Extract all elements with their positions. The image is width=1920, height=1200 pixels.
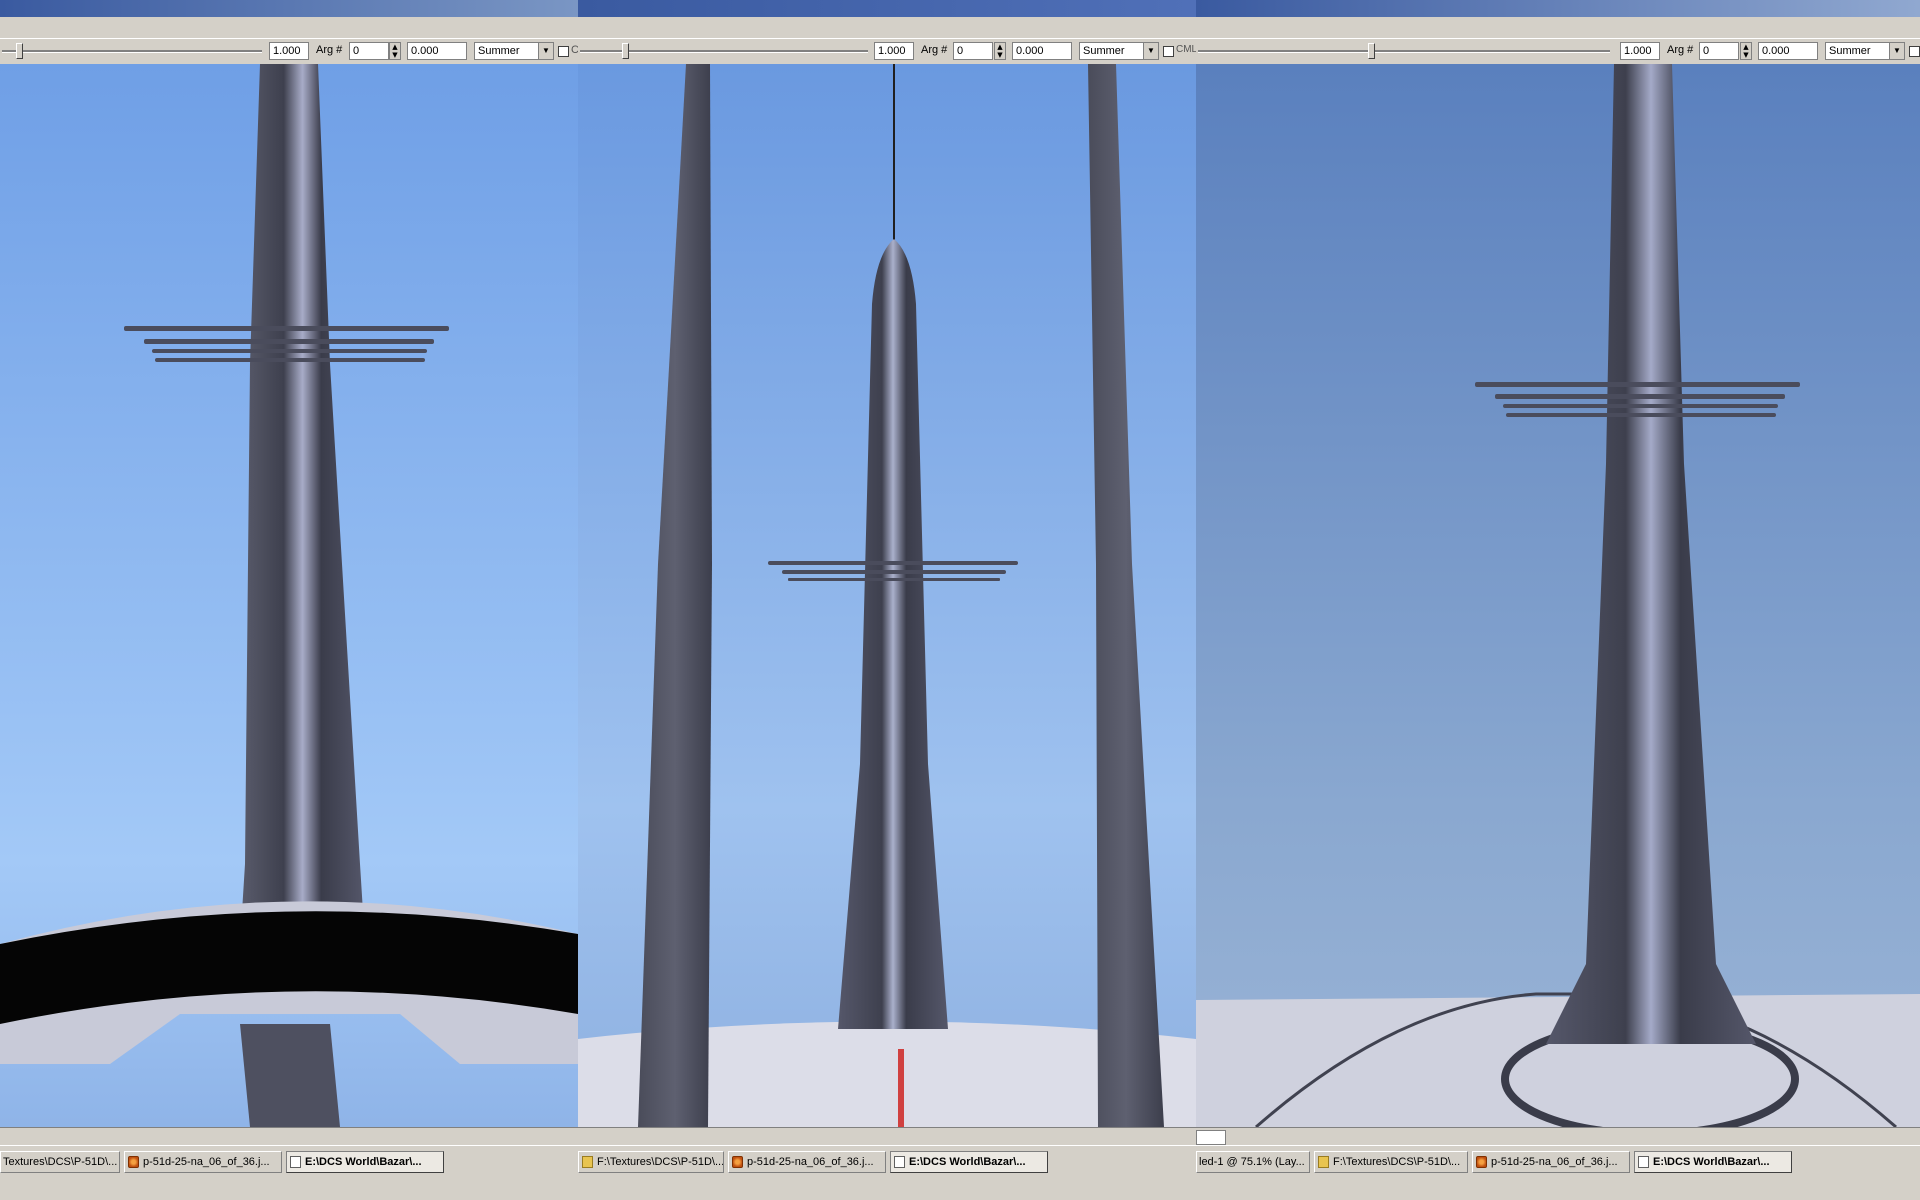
- viewer-pane-right: 1.000 Arg # 0 ▲ ▼ 0.000 Summer ▼ led-1 @…: [1196, 0, 1920, 1200]
- document-icon: [290, 1156, 301, 1168]
- stabilizer-line: [1475, 382, 1800, 387]
- scale-slider-thumb[interactable]: [622, 43, 629, 59]
- scale-slider-thumb[interactable]: [1368, 43, 1375, 59]
- season-select-value: Summer: [478, 45, 520, 57]
- 3d-viewport-left[interactable]: [0, 64, 578, 1127]
- window-titlebar[interactable]: [0, 0, 578, 17]
- taskbar-item-folder[interactable]: F:\Textures\DCS\P-51D\...: [578, 1151, 724, 1173]
- scale-value-field[interactable]: 1.000: [1620, 42, 1660, 60]
- viewer-pane-middle: 1.000 Arg # 0 ▲ ▼ 0.000 Summer ▼ CML F:\…: [578, 0, 1196, 1200]
- scale-value-field[interactable]: 1.000: [269, 42, 309, 60]
- season-select-value: Summer: [1083, 45, 1125, 57]
- fuselage-top: [1196, 994, 1920, 1127]
- document-icon: [894, 1156, 905, 1168]
- option-checkbox[interactable]: [1909, 46, 1920, 57]
- arg-number-field[interactable]: 0: [349, 42, 389, 60]
- arg-float-field[interactable]: 0.000: [1012, 42, 1072, 60]
- arg-label: Arg #: [316, 44, 343, 56]
- checkbox-label: C: [571, 44, 578, 56]
- taskbar-item-image[interactable]: p-51d-25-na_06_of_36.j...: [728, 1151, 886, 1173]
- option-checkbox[interactable]: [558, 46, 569, 57]
- scale-slider-thumb[interactable]: [16, 43, 23, 59]
- taskbar: Textures\DCS\P-51D\... p-51d-25-na_06_of…: [0, 1145, 578, 1200]
- status-strip: [0, 1127, 578, 1146]
- arg-label: Arg #: [921, 44, 948, 56]
- viewer-toolbar: 1.000 Arg # 0 ▲ ▼ 0.000 Summer ▼ C: [0, 38, 578, 66]
- taskbar-item-image[interactable]: p-51d-25-na_06_of_36.j...: [1472, 1151, 1630, 1173]
- image-icon: [128, 1156, 139, 1168]
- taskbar-item-document[interactable]: E:\DCS World\Bazar\...: [1634, 1151, 1792, 1173]
- scale-slider-track[interactable]: [2, 50, 262, 53]
- document-icon: [1638, 1156, 1649, 1168]
- 3d-viewport-middle[interactable]: [578, 64, 1196, 1127]
- taskbar-item-folder[interactable]: Textures\DCS\P-51D\...: [0, 1151, 120, 1173]
- season-select[interactable]: Summer ▼: [1079, 42, 1159, 60]
- arg-spinner[interactable]: ▲ ▼: [389, 42, 401, 60]
- status-strip: [578, 1127, 1196, 1146]
- image-icon: [732, 1156, 743, 1168]
- stabilizer-line: [768, 561, 1018, 565]
- arg-number-field[interactable]: 0: [953, 42, 993, 60]
- arg-number-field[interactable]: 0: [1699, 42, 1739, 60]
- season-select[interactable]: Summer ▼: [1825, 42, 1905, 60]
- chevron-down-icon[interactable]: ▼: [1889, 43, 1904, 59]
- taskbar-item-document[interactable]: E:\DCS World\Bazar\...: [286, 1151, 444, 1173]
- stabilizer-line: [124, 326, 449, 331]
- taskbar: F:\Textures\DCS\P-51D\... p-51d-25-na_06…: [578, 1145, 1196, 1200]
- arg-label: Arg #: [1667, 44, 1694, 56]
- status-field: [1196, 1130, 1226, 1145]
- taskbar-item-document[interactable]: E:\DCS World\Bazar\...: [890, 1151, 1048, 1173]
- checkbox-label: CML: [1176, 44, 1196, 55]
- 3d-viewport-right[interactable]: [1196, 64, 1920, 1127]
- arg-float-field[interactable]: 0.000: [407, 42, 467, 60]
- status-strip: [1196, 1127, 1920, 1146]
- arg-spinner[interactable]: ▲ ▼: [994, 42, 1006, 60]
- window-titlebar[interactable]: [578, 0, 1196, 17]
- scale-value-field[interactable]: 1.000: [874, 42, 914, 60]
- arg-float-field[interactable]: 0.000: [1758, 42, 1818, 60]
- viewer-pane-left: 1.000 Arg # 0 ▲ ▼ 0.000 Summer ▼ C Textu…: [0, 0, 578, 1200]
- taskbar-item-image-editor[interactable]: led-1 @ 75.1% (Lay...: [1196, 1151, 1310, 1173]
- taskbar: led-1 @ 75.1% (Lay... F:\Textures\DCS\P-…: [1196, 1145, 1920, 1200]
- folder-icon: [1318, 1156, 1329, 1168]
- option-checkbox[interactable]: [1163, 46, 1174, 57]
- chevron-down-icon[interactable]: ▼: [1143, 43, 1158, 59]
- window-titlebar[interactable]: [1196, 0, 1920, 17]
- image-icon: [1476, 1156, 1487, 1168]
- season-select[interactable]: Summer ▼: [474, 42, 554, 60]
- season-select-value: Summer: [1829, 45, 1871, 57]
- chevron-down-icon[interactable]: ▼: [538, 43, 553, 59]
- taskbar-item-folder[interactable]: F:\Textures\DCS\P-51D\...: [1314, 1151, 1468, 1173]
- viewer-toolbar: 1.000 Arg # 0 ▲ ▼ 0.000 Summer ▼: [1196, 38, 1920, 66]
- scale-slider-track[interactable]: [1198, 50, 1610, 53]
- arg-spinner[interactable]: ▲ ▼: [1740, 42, 1752, 60]
- folder-icon: [582, 1156, 593, 1168]
- viewer-toolbar: 1.000 Arg # 0 ▲ ▼ 0.000 Summer ▼ CML: [578, 38, 1196, 66]
- taskbar-item-image[interactable]: p-51d-25-na_06_of_36.j...: [124, 1151, 282, 1173]
